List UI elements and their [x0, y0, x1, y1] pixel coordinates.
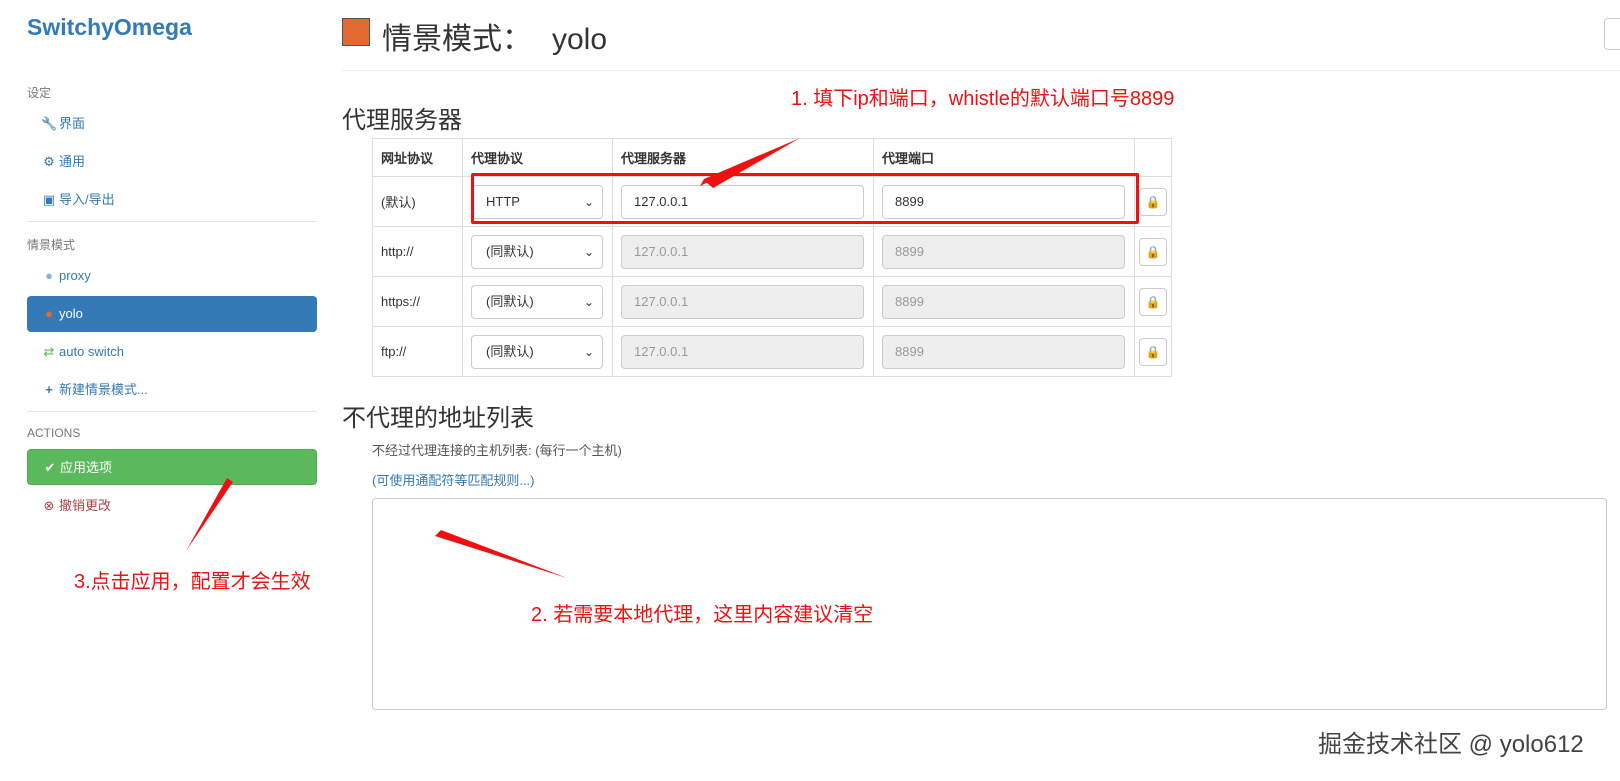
annotation-arrow-2	[435, 530, 567, 578]
annotation-arrow-3	[186, 478, 233, 551]
watermark: 掘金技术社区 @ yolo612	[1318, 731, 1584, 758]
annotation-arrows	[186, 138, 800, 578]
annotation-note-3: 3.点击应用，配置才会生效	[74, 571, 311, 593]
annotation-note-2: 2. 若需要本地代理，这里内容建议清空	[531, 604, 874, 626]
annotation-note-1: 1. 填下ip和端口，whistle的默认端口号8899	[791, 88, 1175, 110]
annotation-arrow-1	[706, 138, 800, 188]
